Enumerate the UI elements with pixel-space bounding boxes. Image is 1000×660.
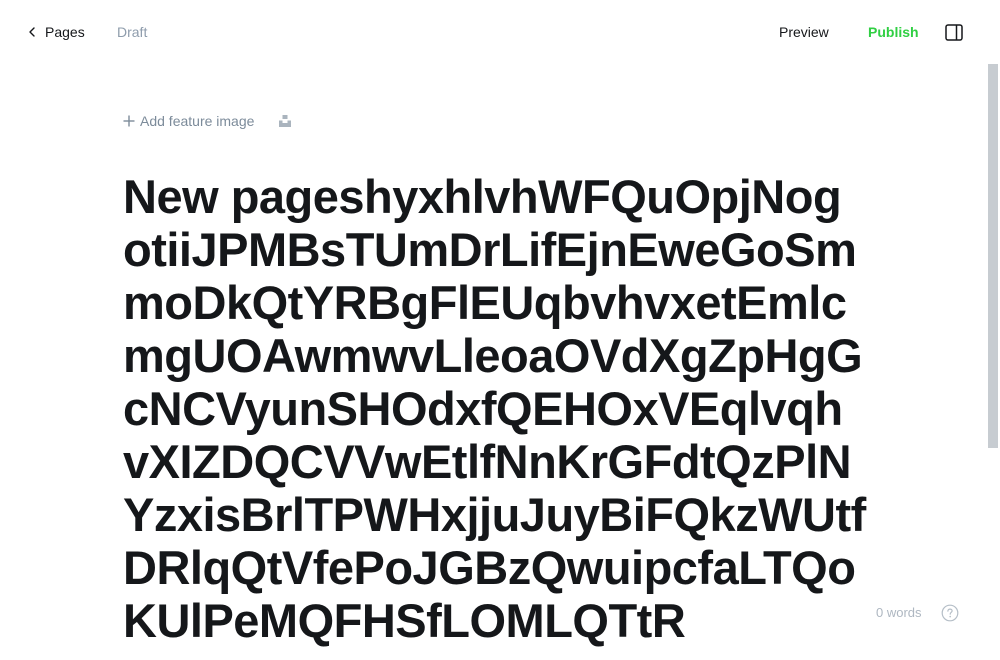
back-to-pages-link[interactable]: Pages bbox=[28, 22, 85, 42]
chevron-left-icon bbox=[29, 27, 35, 37]
word-count: 0 words bbox=[876, 605, 922, 620]
preview-button[interactable]: Preview bbox=[779, 24, 829, 40]
unsplash-icon[interactable] bbox=[278, 114, 292, 128]
back-link-label: Pages bbox=[45, 24, 85, 40]
publish-button[interactable]: Publish bbox=[868, 24, 919, 40]
add-feature-image-label: Add feature image bbox=[140, 113, 255, 129]
post-title[interactable]: New pageshyxhlvhWFQuOpjNogotiiJPMBsTUmDr… bbox=[123, 170, 868, 647]
add-feature-image-button[interactable]: Add feature image bbox=[123, 113, 254, 129]
help-icon[interactable] bbox=[941, 604, 959, 622]
scrollbar-thumb[interactable] bbox=[988, 64, 998, 448]
editor-topbar: Pages Draft Preview Publish bbox=[0, 0, 1000, 64]
post-status: Draft bbox=[117, 24, 148, 40]
feature-image-row: Add feature image bbox=[123, 112, 292, 130]
plus-icon bbox=[123, 115, 135, 127]
sidebar-toggle-icon[interactable] bbox=[945, 24, 963, 41]
editor-page: Pages Draft Preview Publish Add feature … bbox=[0, 0, 1000, 660]
